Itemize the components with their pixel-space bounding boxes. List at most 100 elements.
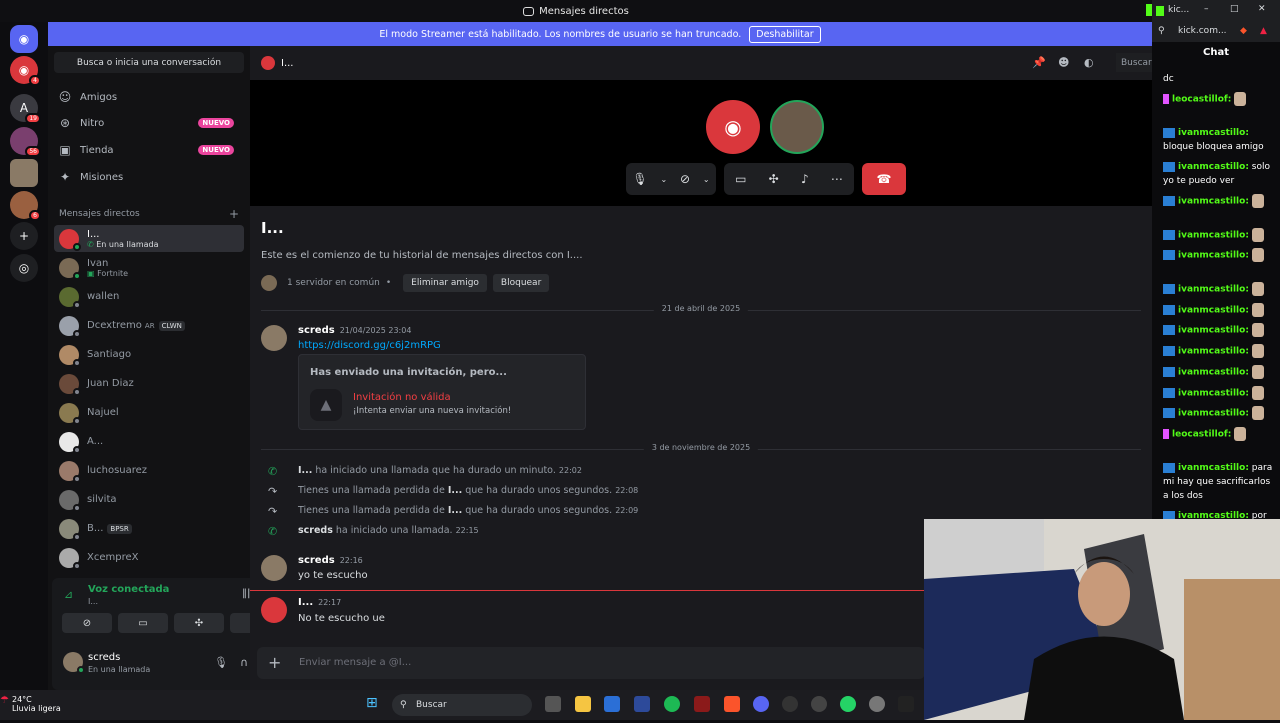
chat-username[interactable]: ivanmcastillo: (1178, 463, 1249, 473)
server-icon[interactable]: ◉ 4 (10, 56, 41, 86)
hangup-button[interactable]: ☎ (862, 163, 906, 195)
server-icon[interactable]: 6 (10, 191, 41, 221)
server-icon[interactable]: A 19 (10, 94, 41, 124)
message-author[interactable]: I... (298, 597, 313, 608)
new-dm-plus-icon[interactable]: + (229, 207, 239, 221)
dm-user[interactable]: A... (54, 428, 244, 455)
browser-tab[interactable]: kic... (1168, 5, 1189, 15)
my-avatar[interactable] (63, 652, 85, 674)
add-server-icon[interactable]: + (10, 222, 38, 250)
more-icon[interactable]: ⋯ (831, 172, 843, 186)
chevron-down-icon[interactable]: ⌄ (703, 175, 710, 184)
dm-user[interactable]: Juan Diaz (54, 370, 244, 397)
chat-username[interactable]: ivanmcastillo: (1178, 389, 1249, 399)
dm-user[interactable]: luchosuarez (54, 457, 244, 484)
explore-icon[interactable]: ◎ (10, 254, 38, 282)
invite-link[interactable]: https://discord.gg/c6j2mRPG (298, 340, 441, 351)
nav-friends[interactable]: ☺ Amigos (58, 86, 238, 108)
profile-icon[interactable]: ◐ (1084, 56, 1094, 69)
url-text[interactable]: kick.com... (1178, 26, 1227, 36)
avatar[interactable] (261, 555, 287, 581)
soundboard-icon[interactable]: ♪ (801, 172, 809, 186)
new-badge: NUEVO (198, 145, 234, 155)
chat-username[interactable]: ivanmcastillo: (1178, 409, 1249, 419)
chat-username[interactable]: ivanmcastillo: (1178, 197, 1249, 207)
dm-search-button[interactable]: Busca o inicia una conversación (54, 52, 244, 73)
date-label: 21 de abril de 2025 (653, 304, 749, 313)
chat-username[interactable]: ivanmcastillo: (1178, 347, 1249, 357)
dm-user[interactable]: XcempreX (54, 544, 244, 571)
message-composer[interactable]: + Enviar mensaje a @I... (257, 647, 925, 679)
dm-user[interactable]: wallen (54, 283, 244, 310)
chat-username[interactable]: ivanmcastillo: (1178, 368, 1249, 378)
chat-username[interactable]: ivanmcastillo: (1178, 251, 1249, 261)
mic-icon[interactable]: 🎙 (632, 172, 647, 186)
nav-nitro[interactable]: ⊛ Nitro NUEVO (58, 112, 238, 134)
add-friend-icon[interactable]: ☻ (1058, 56, 1069, 69)
dm-user[interactable]: B... BPSR (54, 515, 244, 542)
block-button[interactable]: Bloquear (492, 274, 550, 292)
server-icon[interactable]: 56 (10, 127, 41, 157)
dm-user[interactable]: I... ✆ En una llamada (54, 225, 244, 252)
epic-games-icon[interactable] (898, 696, 914, 712)
mic-icon[interactable]: 🎙 (214, 656, 228, 669)
mutual-servers[interactable]: 1 servidor en común (287, 278, 380, 288)
home-button[interactable]: ◉ (10, 25, 38, 53)
brave-icon[interactable] (724, 696, 740, 712)
header-search[interactable]: Buscar (1116, 53, 1152, 72)
headphones-icon[interactable]: ∩ (240, 656, 248, 669)
brave-rewards-icon[interactable]: ▲ (1260, 26, 1267, 36)
screenshare-icon[interactable]: ▭ (735, 172, 746, 186)
settings-icon[interactable] (869, 696, 885, 712)
avatar[interactable] (261, 597, 287, 623)
attach-plus-icon[interactable]: + (268, 653, 281, 672)
disable-streamer-button[interactable]: Deshabilitar (749, 25, 821, 43)
close-icon[interactable]: ✕ (1258, 4, 1266, 14)
emote-icon (1251, 248, 1264, 262)
app-icon[interactable] (694, 696, 710, 712)
app-icon[interactable] (782, 696, 798, 712)
avatar[interactable] (261, 325, 287, 351)
pin-icon[interactable]: 📌 (1032, 56, 1046, 69)
nav-shop[interactable]: ▣ Tienda NUEVO (58, 139, 238, 161)
minimize-icon[interactable]: – (1204, 4, 1209, 14)
dm-user[interactable]: Dcextremo AR CLWN (54, 312, 244, 339)
taskbar-search[interactable]: ⚲ Buscar (392, 694, 532, 716)
chat-username[interactable]: leocastillof: (1172, 430, 1231, 440)
chat-username[interactable]: leocastillof: (1172, 95, 1231, 105)
activities-icon[interactable]: ✣ (769, 172, 779, 186)
remove-friend-button[interactable]: Eliminar amigo (403, 274, 487, 292)
chat-username[interactable]: ivanmcastillo: (1178, 285, 1249, 295)
spotify-icon[interactable] (664, 696, 680, 712)
brave-shield-icon[interactable]: ◆ (1240, 26, 1247, 36)
windows-start-icon[interactable]: ⊞ (366, 695, 378, 711)
message-author[interactable]: screds (298, 555, 335, 566)
dm-user[interactable]: Santiago (54, 341, 244, 368)
store-icon[interactable] (604, 696, 620, 712)
task-view-icon[interactable] (545, 696, 561, 712)
chat-username[interactable]: ivanmcastillo: (1178, 326, 1249, 336)
screenshare-button[interactable]: ▭ (118, 613, 168, 633)
discord-taskbar-icon[interactable] (753, 696, 769, 712)
nav-quests[interactable]: ✦ Misiones (58, 166, 238, 188)
message-author[interactable]: screds (298, 325, 335, 336)
chevron-down-icon[interactable]: ⌄ (660, 175, 667, 184)
chat-username[interactable]: ivanmcastillo: (1178, 128, 1249, 138)
camera-off-icon[interactable]: ⊘ (680, 172, 690, 186)
dm-user[interactable]: Najuel (54, 399, 244, 426)
whatsapp-icon[interactable] (840, 696, 856, 712)
maximize-icon[interactable]: □ (1230, 4, 1239, 14)
chat-username[interactable]: ivanmcastillo: (1178, 306, 1249, 316)
dm-user[interactable]: Ivan ▣ Fortnite (54, 254, 244, 281)
activities-button[interactable]: ✣ (174, 613, 224, 633)
obs-icon[interactable] (811, 696, 827, 712)
site-settings-icon[interactable]: ⚲ (1158, 26, 1165, 36)
chat-username[interactable]: ivanmcastillo: (1178, 231, 1249, 241)
app-icon[interactable] (634, 696, 650, 712)
camera-off-button[interactable]: ⊘ (62, 613, 112, 633)
chat-username[interactable]: ivanmcastillo: (1178, 162, 1249, 172)
dm-user[interactable]: silvita (54, 486, 244, 513)
server-icon[interactable] (10, 159, 38, 187)
file-explorer-icon[interactable] (575, 696, 591, 712)
weather-widget[interactable]: 24°C Lluvia ligera (12, 695, 61, 713)
